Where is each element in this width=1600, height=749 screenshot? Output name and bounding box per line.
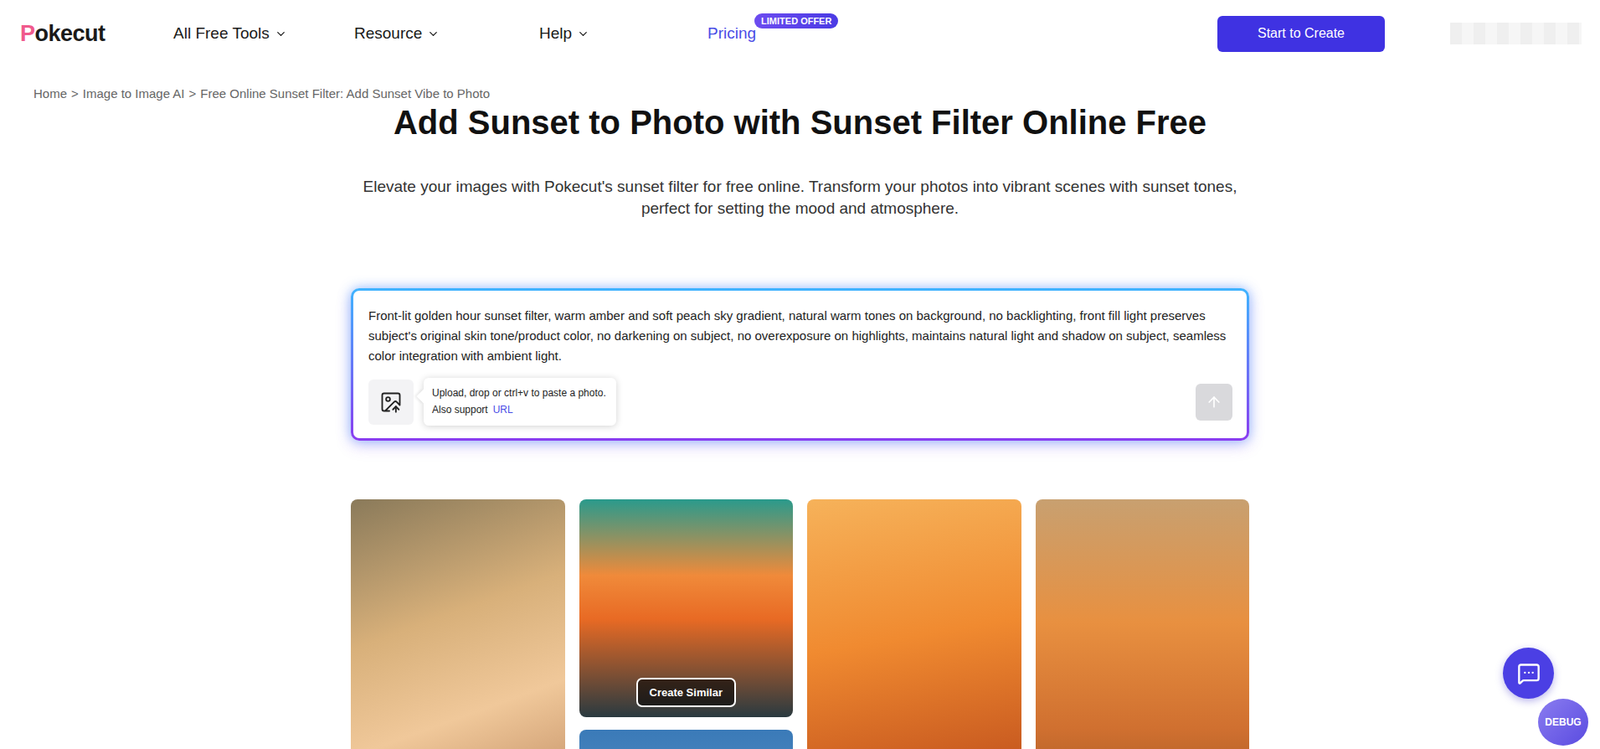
chat-icon <box>1517 661 1541 685</box>
pricing-link[interactable]: PricingLIMITED OFFER <box>707 24 875 43</box>
gallery-column <box>350 499 566 749</box>
chat-button[interactable] <box>1502 647 1554 699</box>
start-button[interactable]: Start to Create <box>1217 15 1385 52</box>
example-card[interactable]: Create Similar <box>579 499 794 717</box>
nav-item[interactable]: Resource <box>354 24 540 43</box>
main-nav: All Free ToolsResourceHelpPricingLIMITED… <box>173 24 875 43</box>
chevron-down-icon <box>576 27 590 41</box>
prompt-toolbar: Upload, drop or ctrl+v to paste a photo.… <box>368 377 1233 426</box>
page-title: Add Sunset to Photo with Sunset Filter O… <box>0 102 1600 143</box>
account-area[interactable] <box>1450 22 1582 45</box>
arrow-up-icon <box>1205 393 1223 411</box>
url-link[interactable]: URL <box>493 403 514 416</box>
upload-button[interactable] <box>368 379 414 425</box>
example-card[interactable] <box>350 499 566 749</box>
create-similar-button[interactable]: Create Similar <box>636 677 736 707</box>
debug-badge[interactable]: DEBUG <box>1538 698 1589 746</box>
breadcrumb-item[interactable]: Home <box>33 86 67 101</box>
chevron-down-icon <box>274 27 288 41</box>
example-card[interactable] <box>1035 499 1251 749</box>
example-gallery: Create Similar <box>350 499 1250 749</box>
image-upload-icon <box>379 390 403 414</box>
gallery-column: Create Similar <box>579 499 794 749</box>
breadcrumb: Home>Image to Image AI>Free Online Sunse… <box>0 66 1600 101</box>
upload-tooltip: Upload, drop or ctrl+v to paste a photo.… <box>423 377 617 426</box>
breadcrumb-separator: > <box>71 86 79 101</box>
chevron-down-icon <box>427 27 440 41</box>
prompt-box: Front-lit golden hour sunset filter, war… <box>350 288 1250 441</box>
gallery-column <box>807 499 1022 749</box>
prompt-input[interactable]: Front-lit golden hour sunset filter, war… <box>368 305 1233 366</box>
send-button[interactable] <box>1195 383 1233 421</box>
top-bar: Pokecut All Free ToolsResourceHelpPricing… <box>0 0 1600 67</box>
nav-item[interactable]: Help <box>539 24 708 43</box>
example-card[interactable] <box>807 499 1022 749</box>
logo[interactable]: Pokecut <box>20 20 113 47</box>
example-card[interactable] <box>579 729 794 749</box>
breadcrumb-item[interactable]: Image to Image AI <box>82 86 186 101</box>
nav-item[interactable]: All Free Tools <box>173 24 355 43</box>
gallery-column <box>1035 499 1251 749</box>
breadcrumb-item: Free Online Sunset Filter: Add Sunset Vi… <box>200 86 490 101</box>
offer-badge: LIMITED OFFER <box>754 13 839 29</box>
page-subtitle: Elevate your images with Pokecut's sunse… <box>348 175 1253 220</box>
page: Pokecut All Free ToolsResourceHelpPricing… <box>0 0 1600 749</box>
breadcrumb-separator: > <box>189 86 197 101</box>
